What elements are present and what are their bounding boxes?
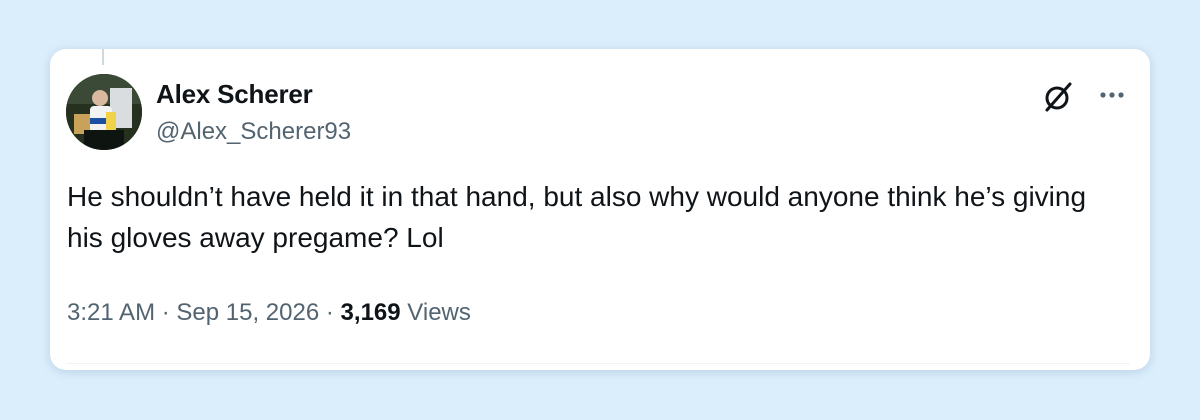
tweet-metadata: 3:21 AM · Sep 15, 2026 · 3,169 Views: [67, 299, 471, 327]
tweet-time[interactable]: 3:21 AM: [67, 299, 155, 326]
author-avatar[interactable]: [66, 74, 142, 150]
tweet-date[interactable]: Sep 15, 2026: [176, 299, 319, 326]
meta-separator: ·: [325, 299, 334, 326]
views-label: Views: [407, 299, 471, 326]
grok-icon[interactable]: [1040, 79, 1076, 115]
author-handle[interactable]: @Alex_Scherer93: [156, 118, 351, 146]
divider: [67, 363, 1130, 364]
views-count[interactable]: 3,169: [341, 299, 401, 326]
tweet-text: He shouldn’t have held it in that hand, …: [67, 181, 1087, 253]
avatar-image: [66, 74, 142, 150]
tweet-card[interactable]: Alex Scherer @Alex_Scherer93 He shouldn’…: [50, 49, 1150, 370]
meta-separator: ·: [161, 299, 170, 326]
author-display-name[interactable]: Alex Scherer: [156, 79, 313, 110]
more-options-icon[interactable]: [1094, 79, 1130, 115]
thread-connector-line: [102, 49, 104, 65]
